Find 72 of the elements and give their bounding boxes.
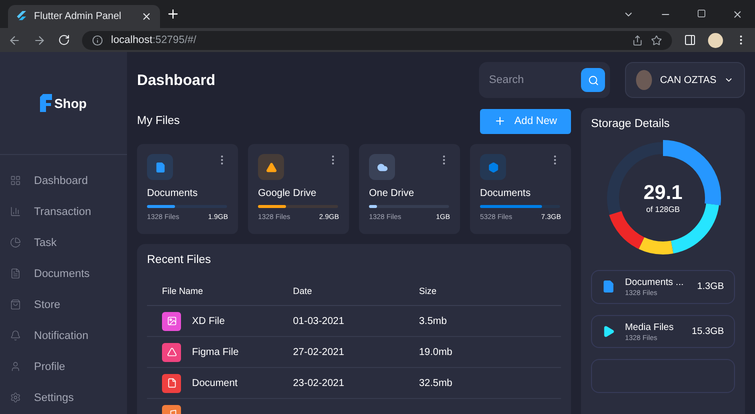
table-cell: Document <box>192 378 238 388</box>
sidebar-item[interactable]: Documents <box>0 258 127 289</box>
table-cell-text: 01-03-2021 <box>293 316 346 326</box>
column-header: Date <box>293 286 314 296</box>
storage-total: of 128GB <box>646 205 680 214</box>
sidebar-item[interactable]: Settings <box>0 382 127 413</box>
bell-icon <box>10 330 21 341</box>
table-cell-text: 19.0mb <box>419 346 454 358</box>
sidebar-item[interactable]: Profile <box>0 351 127 382</box>
file-icon <box>154 162 166 172</box>
table-cell: Figma File <box>192 346 239 358</box>
sidebar-item[interactable]: Transaction <box>0 196 127 227</box>
logo-text: Shop <box>54 96 87 110</box>
search-input[interactable]: Search <box>487 73 581 87</box>
grid-icon <box>10 175 21 186</box>
profile-avatar[interactable] <box>708 32 723 48</box>
close-icon[interactable] <box>732 8 743 20</box>
url-text: localhost:52795/#/ <box>111 34 196 46</box>
browser-tab[interactable]: Flutter Admin Panel <box>8 5 160 28</box>
pie-chart-icon <box>10 237 21 248</box>
card-title: Documents <box>147 188 199 199</box>
page-title: Dashboard <box>137 72 216 88</box>
sidebar-item[interactable]: Dashboard <box>0 165 127 196</box>
avatar <box>636 70 652 90</box>
maximize-icon[interactable] <box>697 8 706 18</box>
reload-icon[interactable] <box>58 34 70 46</box>
info-icon <box>92 34 103 46</box>
address-field[interactable]: localhost:52795/#/ <box>82 30 672 50</box>
box-icon <box>488 162 498 172</box>
column-header: File Name <box>162 286 204 296</box>
table-cell: XD File <box>192 316 225 326</box>
sidebar-item[interactable]: Notification <box>0 320 127 351</box>
bag-icon <box>10 299 21 310</box>
forward-icon[interactable] <box>33 34 46 46</box>
flutter-logo-icon <box>16 11 27 22</box>
triangle-icon <box>266 162 276 172</box>
new-tab-icon[interactable] <box>166 7 180 21</box>
settings-icon <box>10 392 21 403</box>
storage-used: 29.1 <box>644 182 682 205</box>
card-title: Google Drive <box>258 188 318 199</box>
star-icon[interactable] <box>651 34 662 46</box>
panel-title: Storage Details <box>591 118 671 130</box>
table-cell-text: 23-02-2021 <box>293 378 346 388</box>
file-size: 1.3GB <box>697 281 724 292</box>
column-header: Size <box>419 286 438 296</box>
search-field[interactable]: Search <box>479 62 610 98</box>
side-panel-icon[interactable] <box>684 34 696 46</box>
section-title: My Files <box>137 115 180 127</box>
plus-icon <box>494 115 506 127</box>
cloud-icon <box>376 162 388 172</box>
card-title: Documents <box>480 188 532 199</box>
search-icon <box>588 74 598 86</box>
close-icon[interactable] <box>141 11 152 22</box>
file-size: 15.3GB <box>692 326 724 337</box>
logo-icon <box>40 94 52 112</box>
card-title: One Drive <box>369 188 416 199</box>
user-icon <box>10 361 21 372</box>
sidebar-item[interactable]: Task <box>0 227 127 258</box>
profile-menu[interactable]: CAN OZTAS <box>625 62 745 98</box>
table-cell-text: 3.5mb <box>419 316 448 326</box>
document-icon <box>10 268 21 279</box>
tab-title: Flutter Admin Panel <box>34 11 122 22</box>
panel-title: Recent Files <box>147 254 212 266</box>
share-icon[interactable] <box>632 34 643 46</box>
chart-icon <box>10 206 21 217</box>
search-button[interactable] <box>581 68 605 92</box>
back-icon[interactable] <box>8 34 21 46</box>
table-cell-text: 27-02-2021 <box>293 346 346 358</box>
storage-title: Documents ... <box>625 276 685 288</box>
sidebar-item[interactable]: Store <box>0 289 127 320</box>
table-cell-text: 32.5mb <box>419 378 454 388</box>
storage-title: Media Files <box>625 322 675 332</box>
